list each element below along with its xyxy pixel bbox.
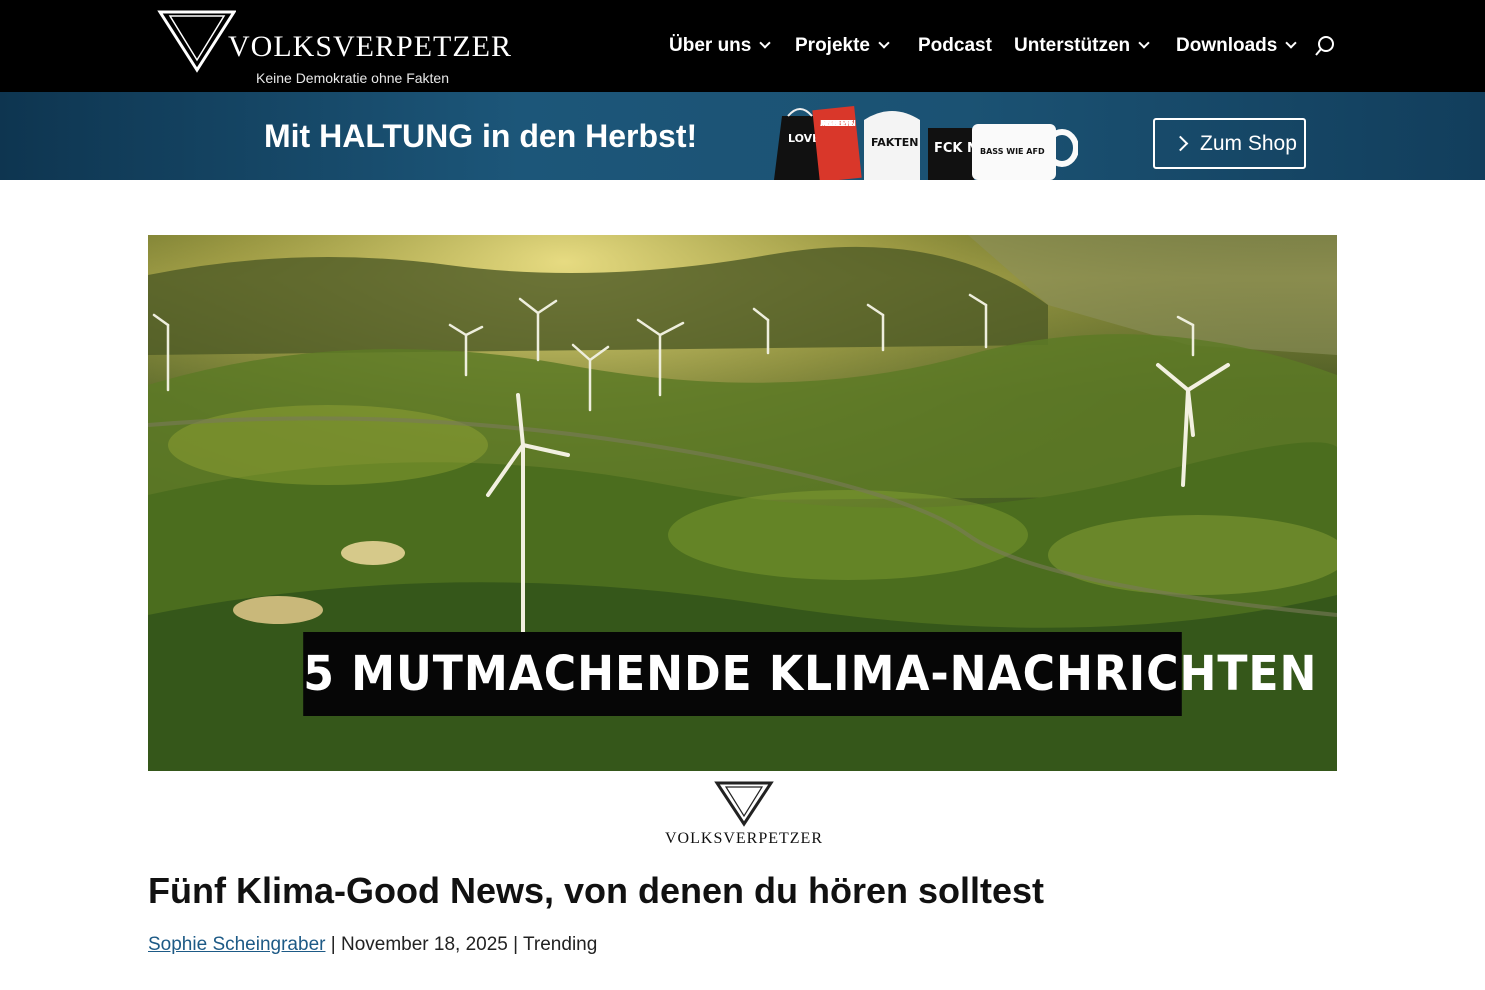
nav-item-unterstuetzen[interactable]: Unterstützen xyxy=(1014,35,1150,57)
chevron-down-icon xyxy=(878,37,890,49)
nav-label: Projekte xyxy=(795,35,870,56)
promo-title: Mit HALTUNG in den Herbst! xyxy=(264,118,698,154)
hero-logo-wordmark: VOLKSVERPETZER xyxy=(665,830,823,847)
chevron-right-icon xyxy=(1172,135,1189,152)
hero-image[interactable]: 5 MUTMACHENDE KLIMA-NACHRICHTEN xyxy=(148,235,1337,771)
article-category[interactable]: Trending xyxy=(523,934,597,955)
nav-item-downloads[interactable]: Downloads xyxy=(1176,35,1298,57)
main-nav: Über uns Projekte Podcast Unterstützen D… xyxy=(0,0,1485,92)
nav-label: Downloads xyxy=(1176,35,1278,56)
promo-banner: Mit HALTUNG in den Herbst! LOVE WINS FAK… xyxy=(0,92,1485,180)
merch-text-mug: BASS WIE AFD xyxy=(980,147,1045,156)
chevron-down-icon xyxy=(759,37,772,49)
article-title: Fünf Klima-Good News, von denen du hören… xyxy=(148,870,1045,911)
chevron-down-icon xyxy=(1138,37,1150,49)
shop-button[interactable]: Zum Shop xyxy=(1153,118,1306,169)
hero-logo: VOLKSVERPETZER xyxy=(660,780,828,850)
article-date: November 18, 2025 xyxy=(340,934,508,955)
merch-image[interactable]: LOVE WINS FAKTEN GEGEN RECHTE MYTHEN FAK… xyxy=(768,102,1079,180)
chevron-down-icon xyxy=(1285,37,1298,49)
nav-item-ueber-uns[interactable]: Über uns xyxy=(669,35,772,57)
meta-separator: | xyxy=(330,934,341,955)
nav-label: Podcast xyxy=(918,35,992,56)
author-link[interactable]: Sophie Scheingraber xyxy=(148,934,325,955)
nav-label: Unterstützen xyxy=(1014,35,1131,56)
shop-button-label: Zum Shop xyxy=(1200,132,1297,155)
merch-text-fakten: FAKTEN xyxy=(871,136,919,149)
nav-label: Über uns xyxy=(669,35,752,56)
article-meta: Sophie Scheingraber | November 18, 2025 … xyxy=(148,934,597,956)
nav-item-projekte[interactable]: Projekte xyxy=(795,35,890,57)
search-icon[interactable] xyxy=(1314,35,1336,57)
site-header: VOLKSVERPETZER Keine Demokratie ohne Fak… xyxy=(0,0,1485,92)
merch-text-fakten-buch: FAKTEN GEGEN RECHTE MYTHEN xyxy=(820,119,856,128)
nav-item-podcast[interactable]: Podcast xyxy=(918,35,992,57)
hero-caption: 5 MUTMACHENDE KLIMA-NACHRICHTEN xyxy=(303,632,1316,716)
meta-separator: | xyxy=(513,934,524,955)
logo-triangle-icon xyxy=(714,781,774,827)
